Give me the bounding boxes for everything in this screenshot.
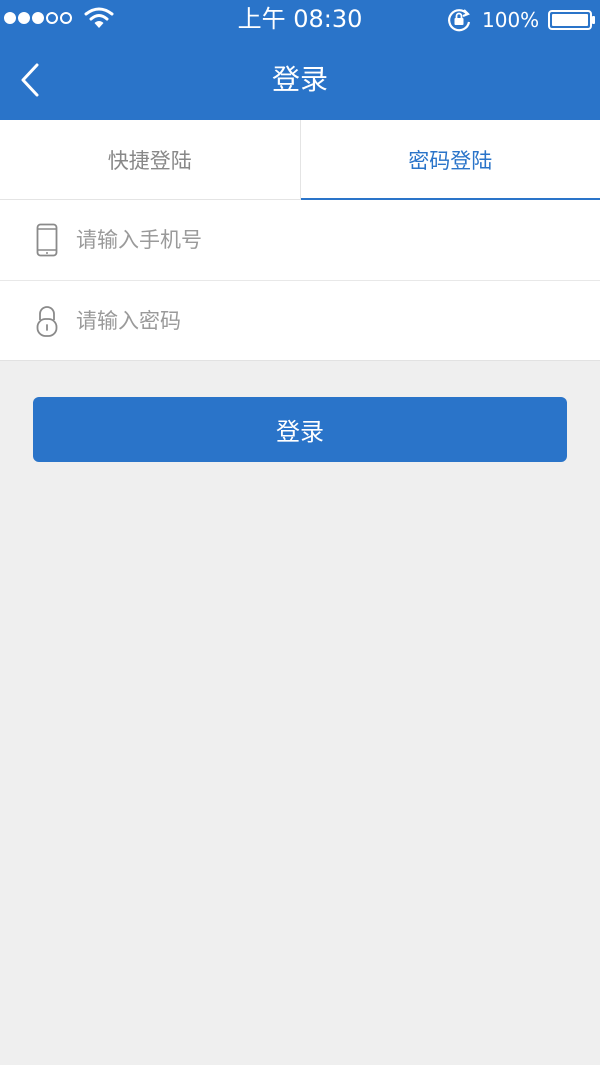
page-title: 登录 [271,63,328,96]
rotation-lock-icon [448,9,471,32]
tab-password-login[interactable]: 密码登陆 [300,120,600,200]
nav-bar: 登录 [0,40,600,120]
login-screen: 上午 08:30 100% 登录 快捷登陆 密码登陆 请输入手机号 登录 [0,0,600,1065]
password-field-row [0,280,600,360]
login-form [0,200,600,361]
battery-icon [548,10,595,30]
login-button[interactable]: 登录 [33,397,567,462]
battery-percent: 100% [482,8,540,32]
phone-icon [34,222,60,258]
tab-quick-login[interactable]: 快捷登陆 [0,120,301,200]
lock-icon [34,303,60,339]
phone-field-row [0,200,600,280]
login-method-tabs: 快捷登陆 密码登陆 [0,120,600,200]
phone-input[interactable] [76,220,556,260]
status-bar: 上午 08:30 100% [0,0,600,40]
password-input[interactable] [76,300,556,341]
